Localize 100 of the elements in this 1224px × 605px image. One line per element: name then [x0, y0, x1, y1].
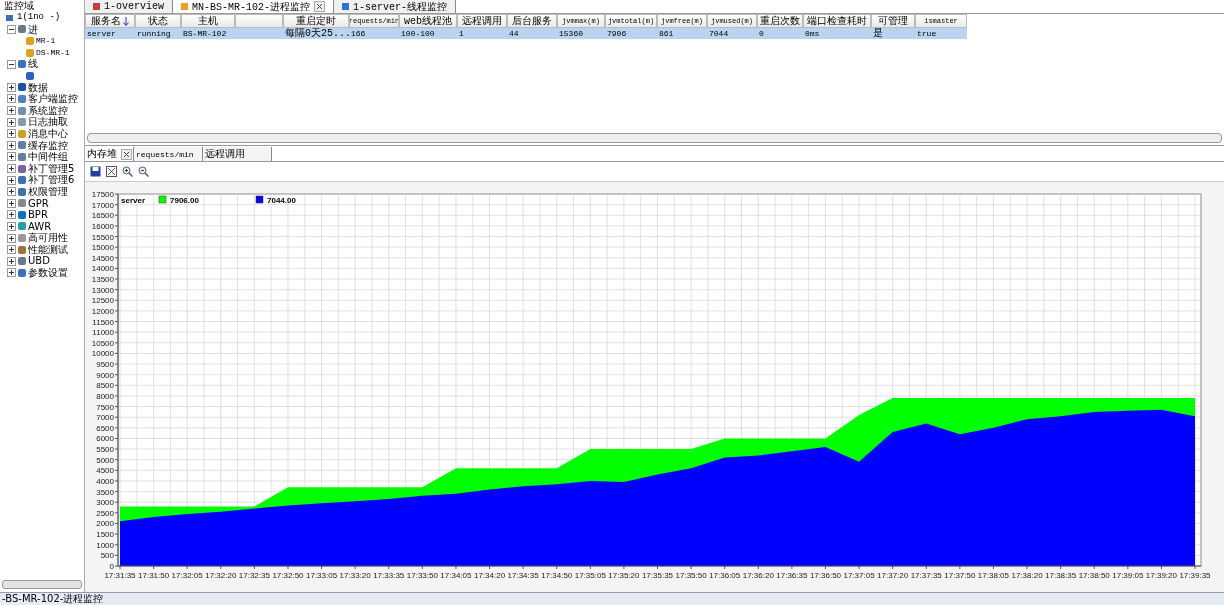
tree-item[interactable]: 补丁管理5 — [28, 162, 75, 175]
column-header[interactable]: 服务名 — [85, 14, 135, 28]
zoom-out-icon[interactable] — [138, 166, 149, 177]
x-tick-label: 17:38:50 — [1078, 571, 1110, 580]
node-icon — [26, 37, 34, 45]
column-header[interactable]: 主机 — [181, 14, 235, 28]
y-tick-label: 16000 — [91, 221, 114, 231]
column-header[interactable]: web线程池 — [399, 14, 457, 28]
column-header[interactable]: 远程调用 — [457, 14, 507, 28]
tab[interactable]: 1-server-线程监控 — [334, 0, 457, 13]
column-header[interactable]: 重启次数 — [757, 14, 803, 28]
node-icon — [18, 129, 26, 138]
expander-icon[interactable] — [7, 59, 16, 69]
tab[interactable]: requests/min — [134, 147, 203, 161]
zoom-in-icon[interactable] — [122, 166, 133, 177]
tab[interactable]: 内存堆 — [85, 147, 134, 161]
expander-icon[interactable] — [7, 24, 16, 34]
expander-icon[interactable] — [7, 152, 16, 162]
column-header[interactable]: 重启定时 — [283, 14, 349, 28]
tree-item[interactable]: BPR — [28, 209, 48, 221]
x-tick-label: 17:36:50 — [809, 571, 842, 580]
tree-item[interactable]: MR-1 — [36, 35, 56, 47]
node-icon — [18, 257, 26, 266]
expander-icon[interactable] — [7, 117, 16, 127]
tree-item[interactable]: AWR — [28, 220, 52, 233]
y-tick-label: 8000 — [96, 391, 114, 401]
y-tick-label: 17000 — [91, 200, 114, 210]
expander-icon[interactable] — [7, 129, 16, 139]
table-row[interactable]: server running BS-MR-102 每隔0天25...166 100-100 1 44 15360 7906 861 7044 0 0ms 是 true — [85, 28, 1224, 39]
expander-icon[interactable] — [7, 233, 16, 243]
tree-item[interactable]: 性能测试 — [28, 243, 68, 256]
y-tick-label: 5500 — [96, 445, 114, 455]
expander-icon[interactable] — [7, 106, 16, 116]
x-tick-label: 17:38:35 — [1045, 571, 1077, 580]
x-tick-label: 17:35:50 — [675, 571, 707, 580]
tab-icon — [93, 3, 100, 10]
tree-item[interactable]: 参数设置 — [28, 267, 68, 279]
table-cell: 每隔0天25... — [285, 28, 351, 39]
table-cell: 861 — [659, 29, 674, 38]
expander-icon[interactable] — [7, 175, 16, 185]
tree-item[interactable]: 消息中心 — [28, 127, 68, 140]
expander-icon[interactable] — [7, 222, 16, 231]
expander-icon[interactable] — [7, 187, 16, 197]
column-header[interactable]: 状态 — [135, 14, 181, 28]
tab-icon — [181, 3, 188, 10]
y-tick-label: 3000 — [96, 498, 114, 508]
node-icon — [18, 118, 26, 127]
tree-item[interactable]: 日志抽取 — [28, 116, 68, 128]
x-tick-label: 17:35:05 — [574, 571, 606, 580]
y-tick-label: 9000 — [96, 370, 114, 380]
column-header[interactable]: 可管理 — [871, 14, 915, 28]
tree-item[interactable]: 系统监控 — [28, 104, 68, 117]
expander-icon[interactable] — [7, 140, 16, 150]
tree-item[interactable]: 权限管理 — [28, 185, 68, 198]
tree-item[interactable]: UBD — [28, 255, 50, 268]
close-icon[interactable] — [121, 148, 132, 160]
tree-item[interactable]: 中间件组 — [28, 151, 68, 163]
x-tick-label: 17:32:05 — [171, 571, 203, 580]
expander-icon[interactable] — [7, 82, 16, 92]
table-cell: 44 — [509, 29, 519, 38]
table-cell: 7044 — [709, 29, 729, 38]
node-icon — [18, 222, 26, 231]
x-tick-label: 17:34:05 — [440, 571, 472, 580]
y-tick-label: 14000 — [91, 264, 114, 274]
x-tick-label: 17:32:20 — [205, 571, 237, 580]
expander-icon[interactable] — [7, 256, 16, 266]
node-icon — [18, 234, 26, 243]
column-header[interactable]: 端口检查耗时 — [803, 14, 871, 28]
tree-item[interactable]: 进 — [28, 23, 38, 36]
tree-item[interactable]: 线 — [28, 58, 38, 70]
tree-item[interactable]: 高可用性 — [28, 232, 68, 244]
expander-icon[interactable] — [7, 164, 16, 173]
x-tick-label: 17:36:35 — [776, 571, 808, 580]
node-icon — [18, 152, 26, 161]
close-icon[interactable] — [314, 1, 326, 12]
column-header[interactable]: 后台服务 — [507, 14, 557, 28]
expander-icon[interactable] — [7, 245, 16, 255]
tree-item[interactable]: DS-MR-1 — [36, 46, 70, 59]
fit-icon[interactable] — [106, 166, 117, 177]
tree-item[interactable]: 1(1no -) — [0, 12, 84, 24]
tree-item[interactable]: 缓存监控 — [28, 139, 68, 152]
expander-icon[interactable] — [7, 268, 16, 278]
y-tick-label: 6500 — [96, 423, 114, 433]
save-icon[interactable] — [90, 166, 101, 177]
table-cell: 100-100 — [401, 29, 435, 38]
tab[interactable]: 远程调用 — [203, 147, 272, 161]
tree-item[interactable]: 数据 — [28, 81, 48, 94]
y-tick-label: 12000 — [91, 306, 114, 316]
tree-item[interactable]: 客户端监控 — [28, 93, 78, 105]
expander-icon[interactable] — [7, 210, 16, 220]
y-tick-label: 4000 — [96, 476, 114, 486]
expander-icon[interactable] — [7, 94, 16, 104]
table-cell: true — [917, 29, 937, 38]
tab[interactable]: 1-overview — [85, 0, 173, 13]
tree-item[interactable]: GPR — [28, 197, 49, 210]
tree-item[interactable]: 补丁管理6 — [28, 174, 75, 186]
scrollbar[interactable] — [87, 133, 1222, 143]
scrollbar[interactable] — [2, 580, 82, 589]
node-icon — [18, 210, 26, 219]
expander-icon[interactable] — [7, 198, 16, 208]
